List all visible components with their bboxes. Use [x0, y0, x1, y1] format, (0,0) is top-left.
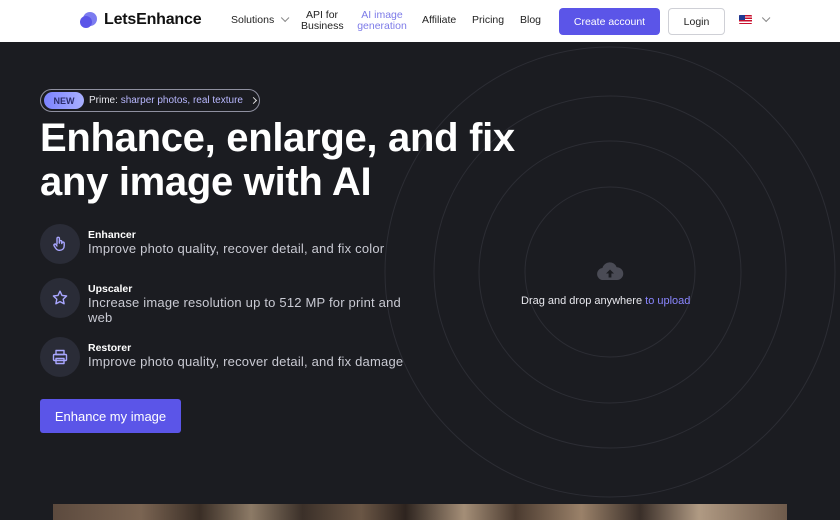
- feature-description: Improve photo quality, recover detail, a…: [88, 354, 404, 369]
- feature-restorer: Restorer Improve photo quality, recover …: [40, 337, 440, 379]
- hand-pointer-icon: [40, 224, 80, 264]
- feature-description: Improve photo quality, recover detail, a…: [88, 241, 385, 256]
- chevron-down-icon: [761, 13, 771, 22]
- us-flag-icon: [739, 15, 752, 24]
- nav-ai-line2: generation: [357, 20, 407, 32]
- nav-api-for-business[interactable]: API for Business: [301, 10, 344, 32]
- create-account-button[interactable]: Create account: [559, 8, 660, 35]
- cloud-upload-icon[interactable]: [596, 262, 624, 282]
- nav-blog[interactable]: Blog: [520, 15, 541, 26]
- top-navbar: LetsEnhance Solutions API for Business A…: [0, 0, 840, 42]
- login-button[interactable]: Login: [668, 8, 725, 35]
- feature-upscaler: Upscaler Increase image resolution up to…: [40, 278, 440, 328]
- nav-solutions[interactable]: Solutions: [231, 13, 290, 26]
- announcement-highlight: sharper photos, real texture: [120, 95, 243, 106]
- chevron-down-icon: [281, 13, 290, 23]
- chevron-right-icon: [249, 96, 258, 105]
- nav-pricing[interactable]: Pricing: [472, 15, 504, 26]
- title-line-1: Enhance, enlarge, and fix: [40, 116, 515, 160]
- brand-name: LetsEnhance: [104, 11, 202, 28]
- sample-photo-preview: [53, 504, 787, 520]
- feature-description: Increase image resolution up to 512 MP f…: [88, 295, 401, 325]
- logo-icon: [80, 12, 97, 28]
- nav-solutions-label: Solutions: [231, 14, 275, 26]
- announcement-text: Prime: sharper photos, real texture: [89, 95, 243, 106]
- brand-logo[interactable]: LetsEnhance: [80, 11, 202, 29]
- announcement-badge[interactable]: NEW Prime: sharper photos, real texture: [40, 89, 260, 112]
- feature-title: Enhancer: [88, 229, 136, 241]
- nav-affiliate[interactable]: Affiliate: [422, 15, 456, 26]
- feature-title: Upscaler: [88, 283, 133, 295]
- upload-instruction: Drag and drop anywhere: [521, 295, 643, 307]
- printer-icon: [40, 337, 80, 377]
- nav-ai-image-generation[interactable]: AI image generation: [356, 10, 408, 32]
- feature-enhancer: Enhancer Improve photo quality, recover …: [40, 224, 440, 266]
- title-line-2: any image with AI: [40, 160, 372, 204]
- upload-link[interactable]: to upload: [645, 295, 690, 307]
- enhance-my-image-button[interactable]: Enhance my image: [40, 399, 181, 433]
- star-icon: [40, 278, 80, 318]
- new-pill: NEW: [44, 92, 84, 109]
- nav-api-line2: Business: [301, 20, 344, 32]
- language-selector[interactable]: [739, 13, 771, 24]
- announcement-prefix: Prime:: [89, 95, 118, 106]
- upload-dropzone-text[interactable]: Drag and drop anywhere to upload: [521, 295, 690, 307]
- feature-title: Restorer: [88, 342, 132, 354]
- page-title: Enhance, enlarge, and fix any image with…: [40, 116, 515, 204]
